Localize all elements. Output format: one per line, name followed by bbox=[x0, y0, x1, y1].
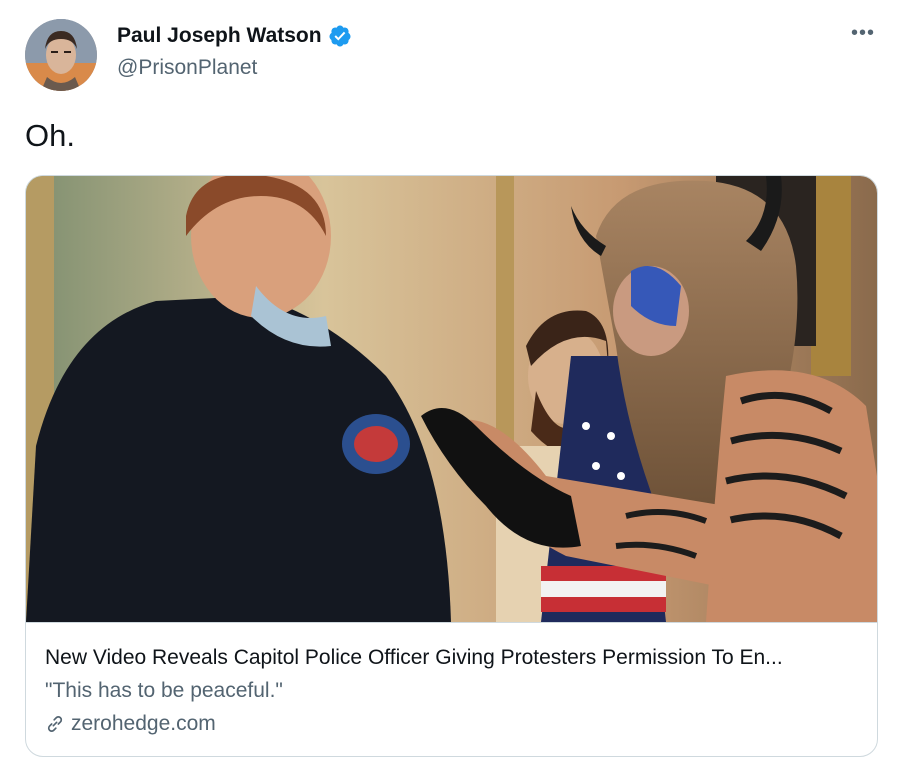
link-icon bbox=[47, 716, 63, 732]
tweet-text: Oh. bbox=[25, 118, 75, 153]
avatar[interactable] bbox=[25, 19, 97, 91]
author-name[interactable]: Paul Joseph Watson bbox=[117, 24, 352, 48]
link-card-domain[interactable]: zerohedge.com bbox=[45, 712, 216, 736]
more-options-icon[interactable]: ••• bbox=[851, 22, 875, 45]
link-card-domain-text[interactable]: zerohedge.com bbox=[71, 712, 216, 736]
avatar-portrait bbox=[25, 19, 97, 91]
link-card-description: "This has to be peaceful." bbox=[45, 679, 283, 702]
author-handle[interactable]: @PrisonPlanet bbox=[117, 56, 257, 80]
link-card-title[interactable]: New Video Reveals Capitol Police Officer… bbox=[45, 646, 860, 670]
author-display-name[interactable]: Paul Joseph Watson bbox=[117, 24, 322, 48]
link-card[interactable]: New Video Reveals Capitol Police Officer… bbox=[25, 175, 878, 757]
link-card-image bbox=[26, 176, 877, 623]
verified-badge-icon bbox=[329, 25, 351, 47]
